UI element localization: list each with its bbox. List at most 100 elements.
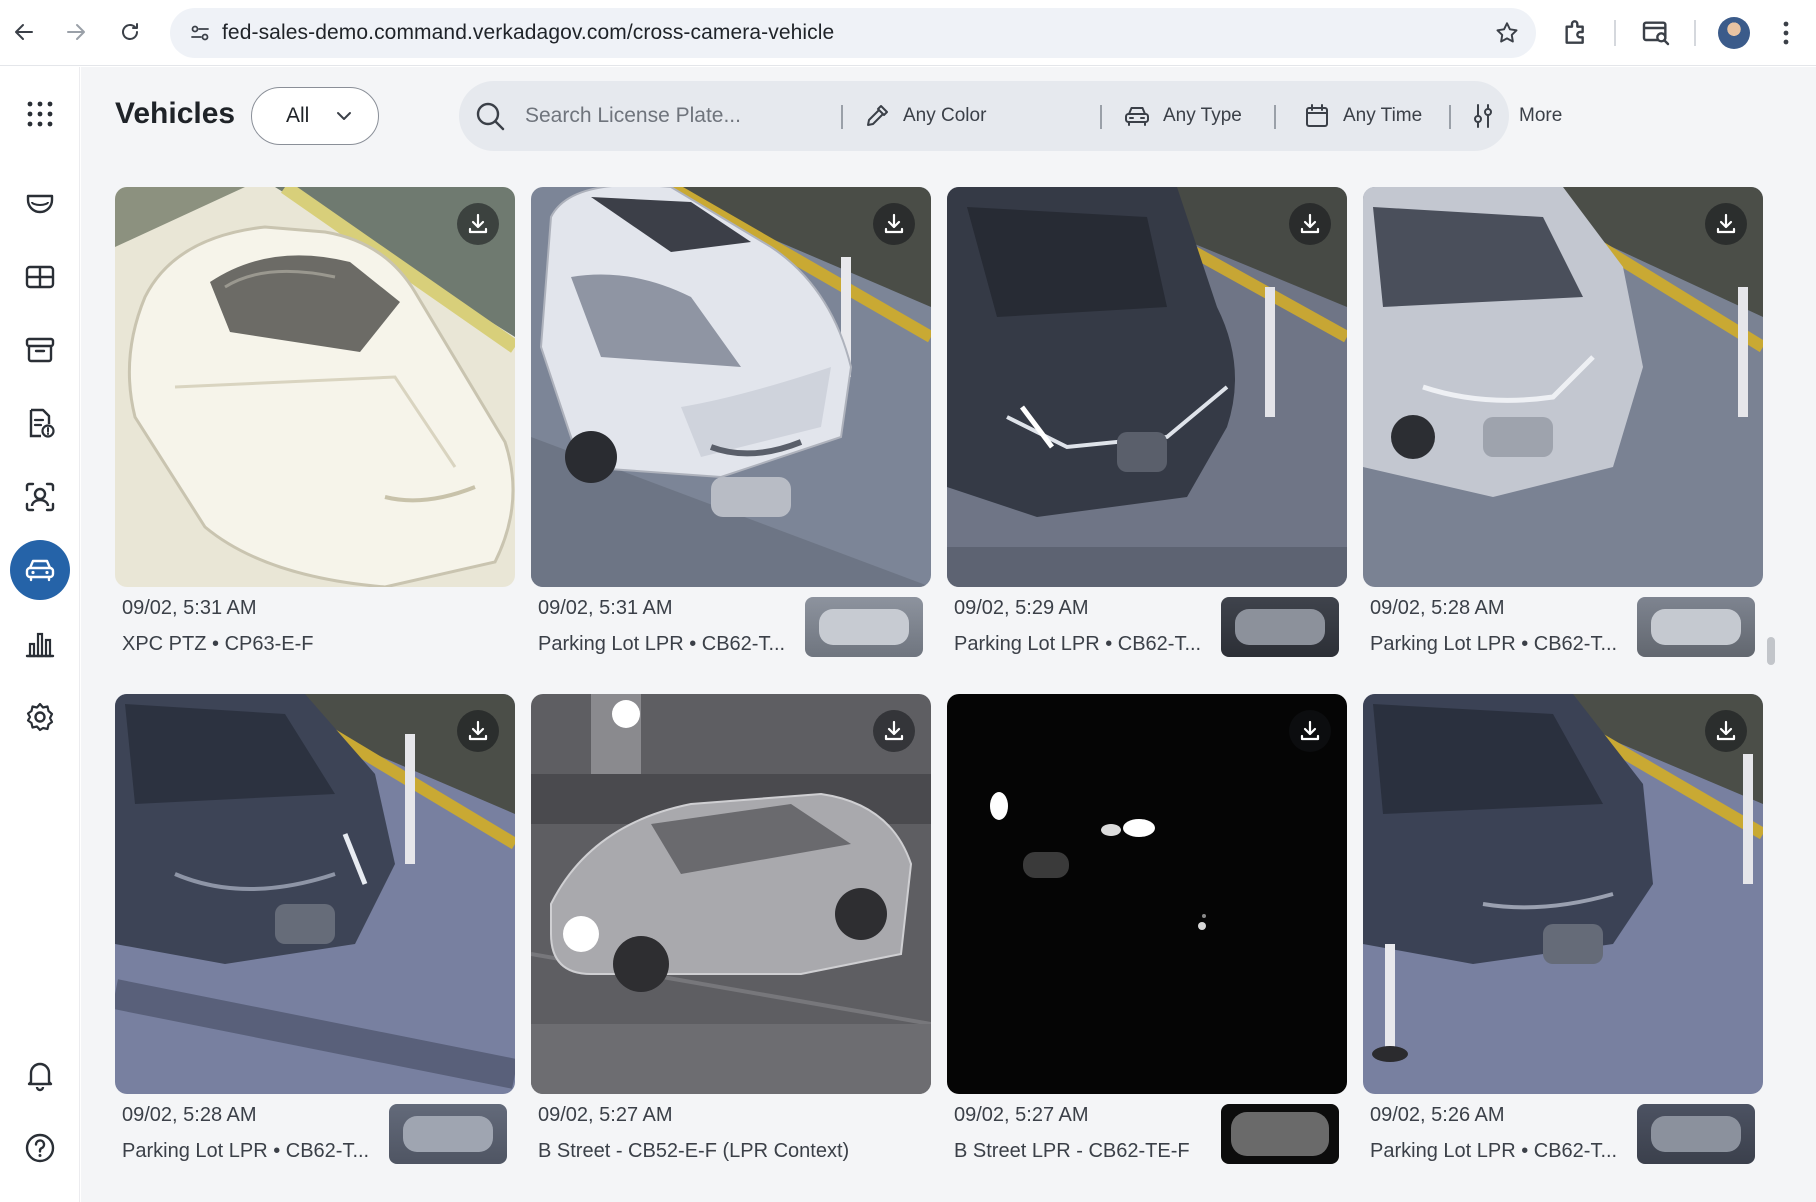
time-filter-button[interactable]: Any Time [1303,81,1422,151]
vehicle-thumbnail[interactable] [115,694,515,1094]
sidebar-item-help[interactable] [10,1118,70,1178]
url-text[interactable]: fed-sales-demo.command.verkadagov.com/cr… [222,8,834,58]
vehicle-search-bar: Any Color Any Type Any Time More [459,81,1562,151]
vehicle-result-card[interactable]: 09/02, 5:31 AM XPC PTZ • CP63-E-F [115,187,515,659]
card-meta: 09/02, 5:29 AM Parking Lot LPR • CB62-T.… [947,587,1347,659]
vehicle-result-card[interactable]: 09/02, 5:28 AM Parking Lot LPR • CB62-T.… [115,694,515,1166]
license-plate-search-input[interactable] [525,98,835,134]
reload-button[interactable] [112,14,148,50]
vehicle-snapshot [115,694,515,1094]
apps-grid-button[interactable] [10,84,70,144]
capture-timestamp: 09/02, 5:26 AM [1370,1104,1505,1126]
download-icon [468,213,488,234]
sidebar-item-floorplans[interactable] [10,247,70,307]
tab-search-icon[interactable] [1640,16,1672,48]
download-button[interactable] [1289,203,1331,245]
download-button[interactable] [873,710,915,752]
person-search-icon [25,482,55,512]
camera-name: Parking Lot LPR • CB62-T... [1370,633,1618,655]
color-dropper-icon [867,105,888,126]
download-button[interactable] [873,203,915,245]
vehicle-thumbnail[interactable] [1363,694,1763,1094]
download-icon [1716,213,1736,234]
card-meta: 09/02, 5:26 AM Parking Lot LPR • CB62-T.… [1363,1094,1763,1166]
vehicle-thumbnail[interactable] [1363,187,1763,587]
site-settings-icon[interactable] [188,21,212,45]
vehicle-result-card[interactable]: 09/02, 5:29 AM Parking Lot LPR • CB62-T.… [947,187,1347,659]
license-plate-crop[interactable] [1221,597,1339,657]
card-meta: 09/02, 5:31 AM XPC PTZ • CP63-E-F [115,587,515,659]
vehicle-result-card[interactable]: 09/02, 5:27 AM B Street - CB52-E-F (LPR … [531,694,931,1166]
sidebar-item-archives[interactable] [10,320,70,380]
time-filter-label: Any Time [1343,105,1423,126]
help-icon [25,1133,55,1163]
browser-toolbar: fed-sales-demo.command.verkadagov.com/cr… [0,0,1816,66]
camera-dome-icon [26,194,54,214]
chevron-down-icon [337,112,351,120]
license-plate-crop[interactable] [1221,1104,1339,1164]
capture-timestamp: 09/02, 5:27 AM [538,1104,673,1126]
vehicle-snapshot [531,187,931,587]
vehicle-result-card[interactable]: 09/02, 5:28 AM Parking Lot LPR • CB62-T.… [1363,187,1763,659]
vehicle-thumbnail[interactable] [115,187,515,587]
sidebar-item-analytics[interactable] [10,613,70,673]
capture-timestamp: 09/02, 5:28 AM [122,1104,257,1126]
download-button[interactable] [1289,710,1331,752]
scope-filter-dropdown[interactable]: All [251,87,379,145]
download-icon [884,720,904,741]
download-button[interactable] [1705,710,1747,752]
app-sidebar [0,67,80,1202]
download-icon [1716,720,1736,741]
vehicle-thumbnail[interactable] [531,694,931,1094]
sidebar-item-people[interactable] [10,467,70,527]
vehicle-thumbnail[interactable] [947,187,1347,587]
more-filters-label[interactable]: More [1519,81,1562,151]
archive-box-icon [25,337,55,363]
capture-timestamp: 09/02, 5:29 AM [954,597,1089,619]
results-scrollbar[interactable] [1765,163,1777,1193]
card-meta: 09/02, 5:28 AM Parking Lot LPR • CB62-T.… [115,1094,515,1166]
sidebar-item-cameras[interactable] [10,173,70,233]
back-arrow-icon [15,24,33,40]
forward-button[interactable] [58,14,94,50]
type-filter-button[interactable]: Any Type [1123,81,1242,151]
apps-grid-icon [27,101,53,127]
sidebar-item-settings[interactable] [10,687,70,747]
license-plate-crop[interactable] [1637,1104,1755,1164]
download-button[interactable] [1705,203,1747,245]
license-plate-crop[interactable] [389,1104,507,1164]
vehicle-result-card[interactable]: 09/02, 5:26 AM Parking Lot LPR • CB62-T.… [1363,694,1763,1166]
address-bar[interactable]: fed-sales-demo.command.verkadagov.com/cr… [170,8,1536,58]
capture-timestamp: 09/02, 5:31 AM [122,597,257,619]
color-filter-button[interactable]: Any Color [863,81,986,151]
reload-icon [122,23,138,40]
download-button[interactable] [457,710,499,752]
card-meta: 09/02, 5:27 AM B Street - CB52-E-F (LPR … [531,1094,931,1166]
extensions-puzzle-icon[interactable] [1560,16,1592,48]
scrollbar-thumb[interactable] [1767,637,1775,665]
sidebar-item-notifications[interactable] [10,1045,70,1105]
more-filters-button[interactable] [1469,81,1509,151]
vehicle-snapshot [1363,694,1763,1094]
vehicle-thumbnail[interactable] [531,187,931,587]
camera-name: Parking Lot LPR • CB62-T... [1370,1140,1618,1162]
license-plate-crop[interactable] [805,597,923,657]
vehicle-result-card[interactable]: 09/02, 5:27 AM B Street LPR - CB62-TE-F [947,694,1347,1166]
vehicle-snapshot [947,187,1347,587]
sidebar-item-reports[interactable] [10,393,70,453]
vehicle-thumbnail[interactable] [947,694,1347,1094]
browser-menu-icon[interactable] [1776,16,1796,50]
page-title: Vehicles [115,97,236,130]
camera-name: B Street - CB52-E-F (LPR Context) [538,1140,850,1162]
vehicle-result-card[interactable]: 09/02, 5:31 AM Parking Lot LPR • CB62-T.… [531,187,931,659]
download-button[interactable] [457,203,499,245]
download-icon [468,720,488,741]
bookmark-star-icon[interactable] [1494,20,1520,46]
vehicle-snapshot [947,694,1347,1094]
sidebar-item-vehicles[interactable] [10,540,70,600]
back-button[interactable] [6,14,42,50]
license-plate-crop[interactable] [1637,597,1755,657]
camera-name: Parking Lot LPR • CB62-T... [122,1140,370,1162]
profile-avatar[interactable] [1718,17,1750,49]
capture-timestamp: 09/02, 5:27 AM [954,1104,1089,1126]
